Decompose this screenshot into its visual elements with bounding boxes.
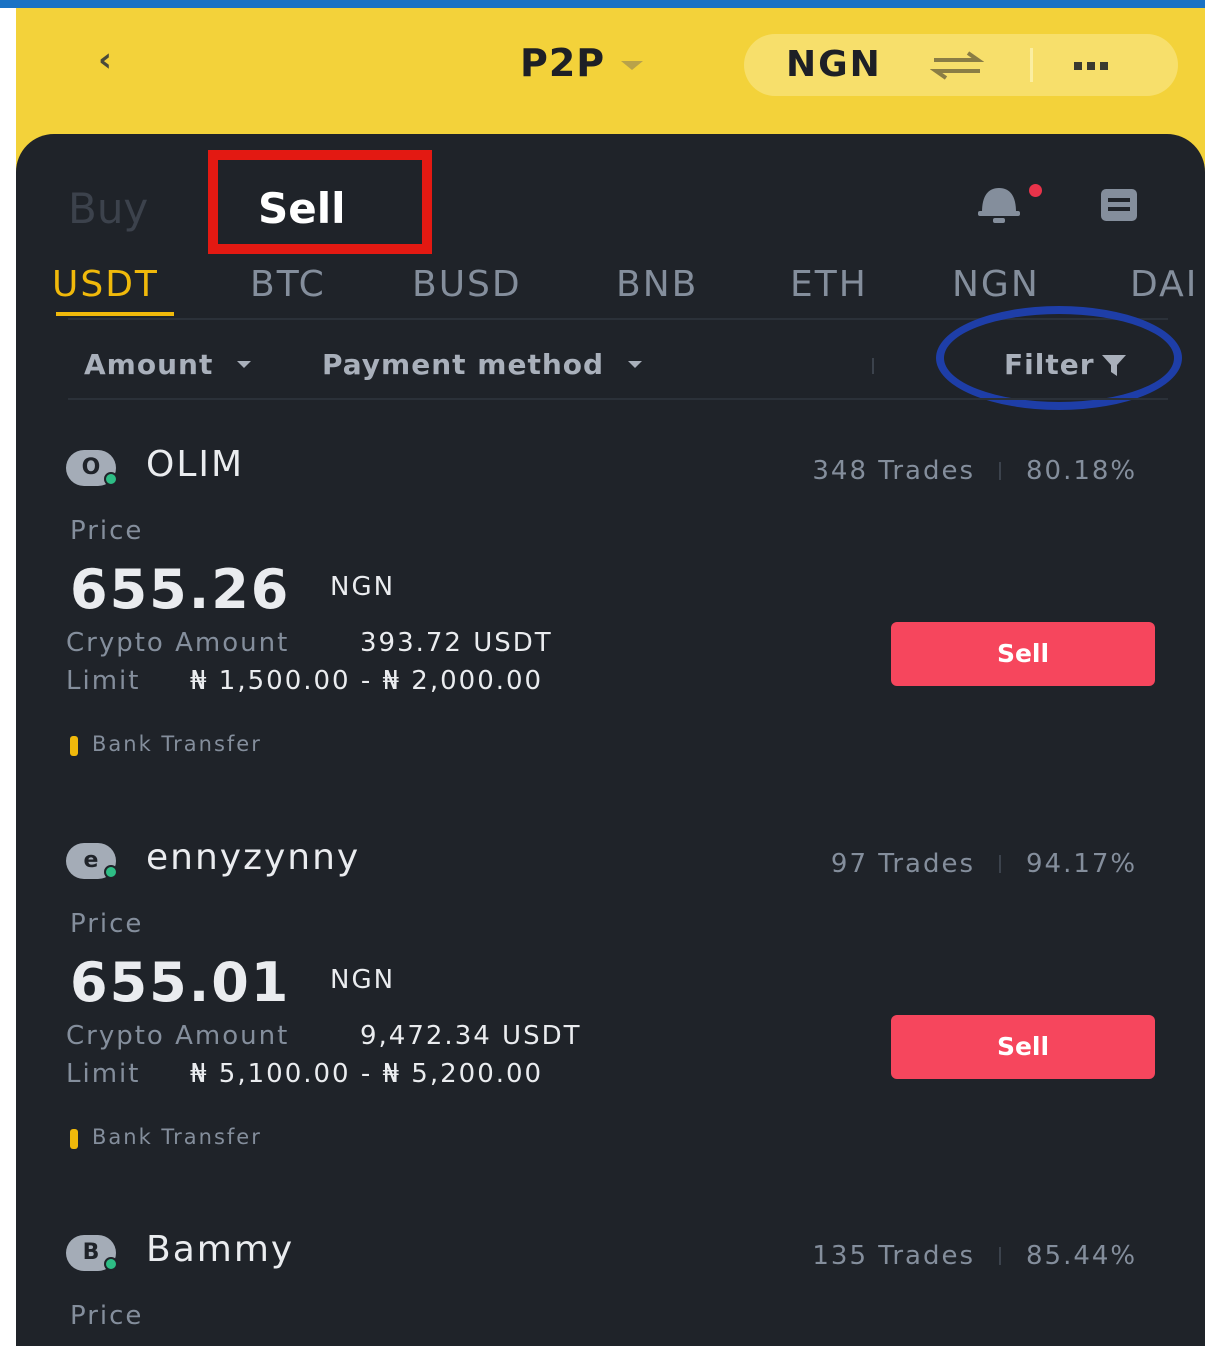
limit-label: Limit xyxy=(66,1059,141,1089)
stat-divider xyxy=(999,1247,1001,1265)
p2p-app: ‹ P2P NGN Buy Sell USDT BTC BUSD BNB ETH… xyxy=(16,8,1205,1346)
tab-buy[interactable]: Buy xyxy=(68,184,148,233)
active-tab-underline xyxy=(56,312,174,316)
filter-divider xyxy=(872,358,874,374)
amount-filter-label: Amount xyxy=(84,348,214,381)
filters-divider xyxy=(68,398,1168,400)
bell-icon[interactable] xyxy=(976,184,1022,226)
crypto-amount-label: Crypto Amount xyxy=(66,1021,290,1051)
payment-method-label: Payment method xyxy=(322,348,605,381)
market-panel: Buy Sell USDT BTC BUSD BNB ETH NGN DAI A… xyxy=(16,134,1205,1346)
merchant-name[interactable]: Bammy xyxy=(146,1229,294,1270)
chevron-down-icon xyxy=(621,60,644,70)
online-dot xyxy=(104,1257,118,1271)
coin-tab-btc[interactable]: BTC xyxy=(250,264,326,305)
merchant-name[interactable]: OLIM xyxy=(146,444,244,485)
price-label: Price xyxy=(70,516,144,546)
completion-rate: 94.17% xyxy=(1026,849,1138,879)
title-dropdown[interactable]: P2P xyxy=(520,38,644,88)
price-value: 655.26 xyxy=(70,558,291,621)
merchant-name[interactable]: ennyzynny xyxy=(146,837,360,878)
payment-color-bar xyxy=(70,1129,78,1149)
payment-color-bar xyxy=(70,736,78,756)
limit-value: ₦ 5,100.00 - ₦ 5,200.00 xyxy=(190,1059,544,1089)
coin-tab-eth[interactable]: ETH xyxy=(790,264,868,305)
trade-count: 97 Trades xyxy=(830,849,975,879)
payment-method-tag: Bank Transfer xyxy=(92,1125,262,1149)
swap-arrows-icon[interactable] xyxy=(930,50,984,80)
crypto-amount-value: 393.72 USDT xyxy=(360,628,553,658)
price-label: Price xyxy=(70,1301,144,1331)
price-label: Price xyxy=(70,909,144,939)
online-dot xyxy=(104,472,118,486)
filter-highlight-circle xyxy=(936,306,1182,410)
listing-card: e ennyzynny 97 Trades 94.17% Price 655.0… xyxy=(16,833,1205,1223)
header: ‹ P2P NGN xyxy=(16,8,1205,138)
listing-card: O OLIM 348 Trades 80.18% Price 655.26 NG… xyxy=(16,440,1205,830)
price-currency: NGN xyxy=(330,965,396,995)
sell-highlight-box xyxy=(208,150,432,254)
coin-tab-dai[interactable]: DAI xyxy=(1130,264,1198,305)
completion-rate: 85.44% xyxy=(1026,1241,1138,1271)
completion-rate: 80.18% xyxy=(1026,456,1138,486)
more-dots-icon[interactable] xyxy=(1074,62,1108,70)
payment-method-tag: Bank Transfer xyxy=(92,732,262,756)
coin-tab-ngn[interactable]: NGN xyxy=(952,264,1040,305)
chevron-down-icon xyxy=(237,361,252,368)
crypto-amount-label: Crypto Amount xyxy=(66,628,290,658)
coin-tab-busd[interactable]: BUSD xyxy=(412,264,522,305)
amount-filter[interactable]: Amount xyxy=(84,348,252,381)
price-value: 655.01 xyxy=(70,951,291,1014)
stat-divider xyxy=(999,462,1001,480)
limit-label: Limit xyxy=(66,666,141,696)
top-border xyxy=(0,0,1205,8)
fiat-currency[interactable]: NGN xyxy=(786,44,882,85)
left-border xyxy=(0,8,16,1346)
limit-value: ₦ 1,500.00 - ₦ 2,000.00 xyxy=(190,666,544,696)
page-title: P2P xyxy=(520,41,606,85)
stat-divider xyxy=(999,855,1001,873)
orders-icon[interactable] xyxy=(1100,188,1138,222)
price-currency: NGN xyxy=(330,572,396,602)
crypto-amount-value: 9,472.34 USDT xyxy=(360,1021,582,1051)
trade-count: 135 Trades xyxy=(812,1241,975,1271)
online-dot xyxy=(104,865,118,879)
listing-card: B Bammy 135 Trades 85.44% Price xyxy=(16,1225,1205,1346)
coin-tab-usdt[interactable]: USDT xyxy=(52,264,159,305)
sell-button[interactable]: Sell xyxy=(891,1015,1155,1079)
trade-count: 348 Trades xyxy=(812,456,975,486)
sell-button[interactable]: Sell xyxy=(891,622,1155,686)
currency-pill: NGN xyxy=(744,34,1178,96)
coin-tab-bnb[interactable]: BNB xyxy=(616,264,698,305)
payment-method-filter[interactable]: Payment method xyxy=(322,348,643,381)
chevron-left-icon[interactable]: ‹ xyxy=(98,40,128,80)
pill-divider xyxy=(1030,48,1033,82)
chevron-down-icon xyxy=(628,361,643,368)
notification-dot xyxy=(1029,184,1042,197)
